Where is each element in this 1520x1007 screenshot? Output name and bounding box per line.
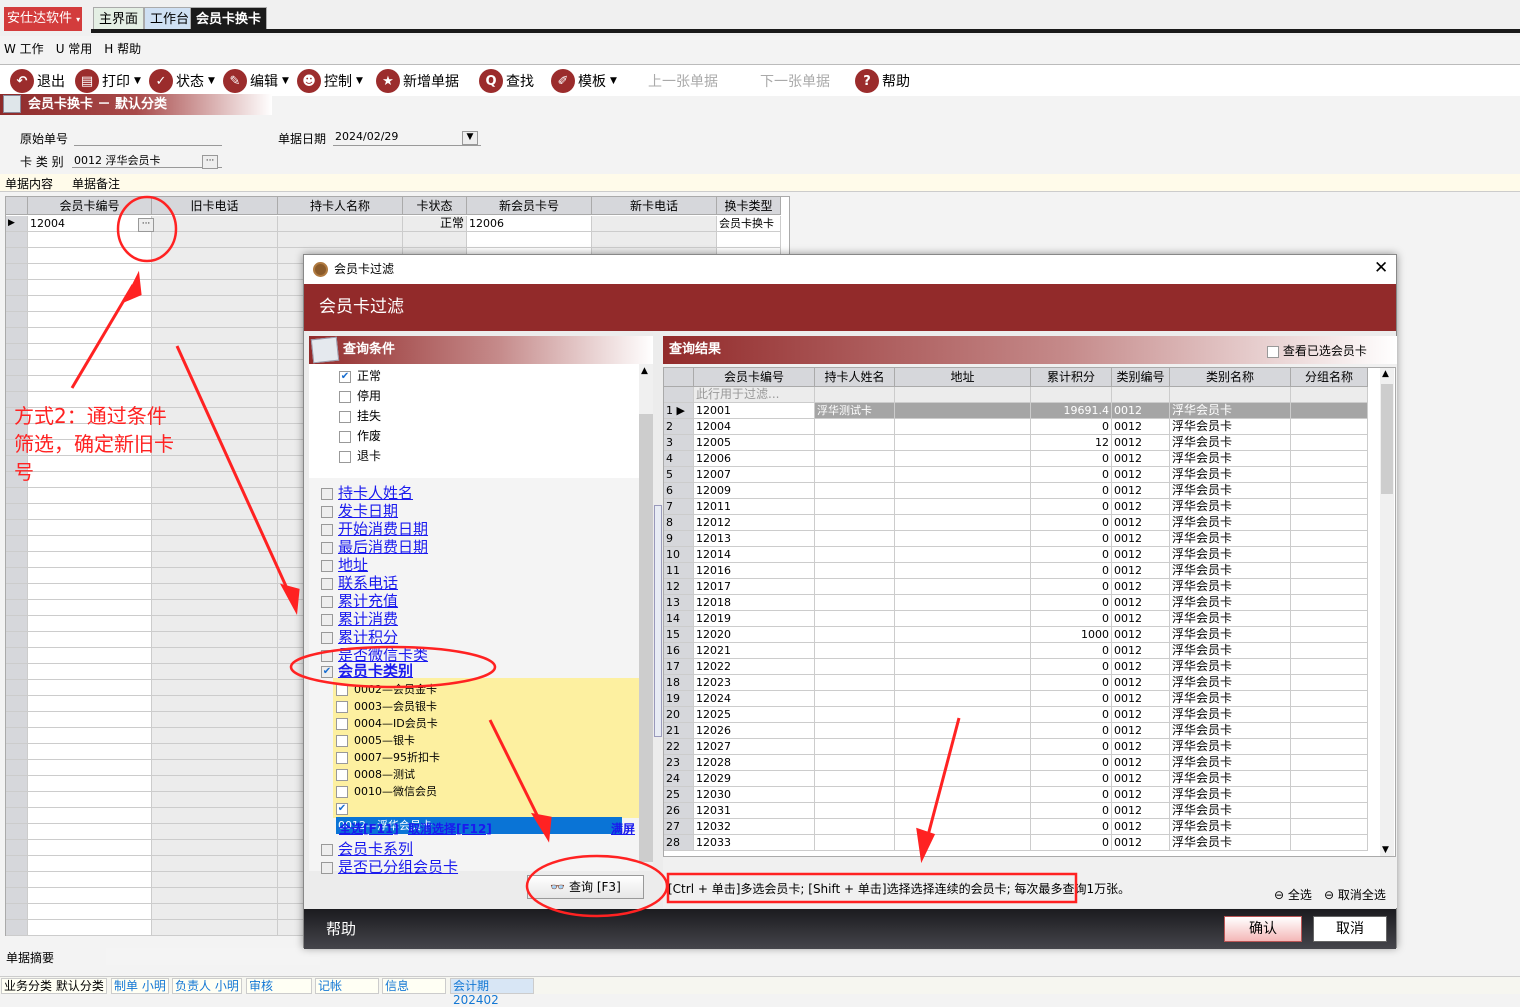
arrow-head [122,270,142,303]
annotation-circle-category [289,645,497,689]
annotation-overlay [70,195,1078,918]
annotation-circle-query [525,854,669,918]
annotation-circle-card-no [116,195,178,263]
annotation-box-hint [666,872,1078,904]
